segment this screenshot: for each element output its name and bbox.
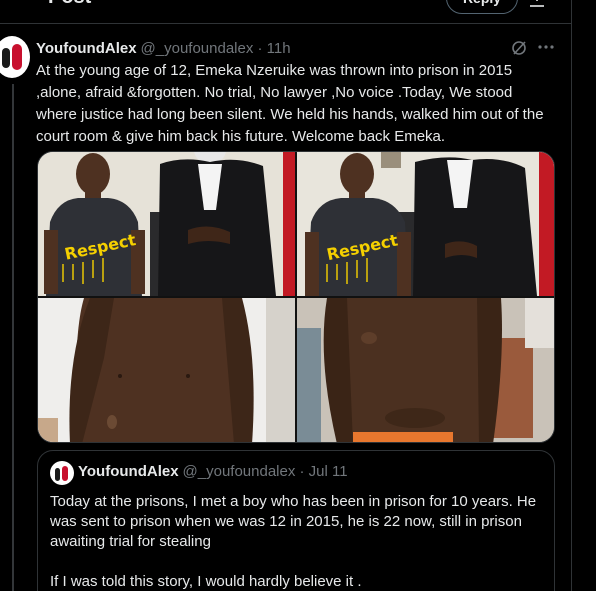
quoted-tweet[interactable]: YoufoundAlex @_youfoundalex · Jul 11 Tod… [37, 450, 555, 591]
thread-line [12, 84, 14, 591]
author-handle-time[interactable]: @_youfoundalex · 11h [141, 40, 291, 57]
reply-button[interactable]: Reply [446, 0, 518, 14]
media-grid: Respect Respect [37, 151, 555, 443]
quote-author-handle-time: @_youfoundalex · Jul 11 [182, 463, 348, 480]
filter-icon[interactable] [528, 0, 546, 12]
quote-text: Today at the prisons, I met a boy who ha… [50, 492, 542, 591]
photo-boy-with-lawyer-2[interactable]: Respect [297, 152, 554, 296]
quote-author: YoufoundAlex @_youfoundalex · Jul 11 [78, 463, 348, 480]
photo-chest-scars[interactable] [38, 298, 295, 442]
page-title: Post [48, 0, 91, 9]
photo-back-scars[interactable] [297, 298, 554, 442]
author-name[interactable]: YoufoundAlex [36, 40, 137, 57]
quote-avatar [50, 461, 74, 485]
photo-boy-with-lawyer-1[interactable]: Respect [38, 152, 295, 296]
grok-icon[interactable] [510, 39, 528, 57]
quote-paragraph: If I was told this story, I would hardly… [50, 573, 362, 590]
post-header: Post Reply [0, 0, 571, 24]
quote-author-name: YoufoundAlex [78, 463, 179, 480]
quote-paragraph: Today at the prisons, I met a boy who ha… [50, 493, 537, 550]
tweet-text: At the young age of 12, Emeka Nzeruike w… [36, 62, 544, 145]
tweet-author: YoufoundAlex @_youfoundalex · 11h [36, 38, 291, 58]
more-icon[interactable] [537, 38, 555, 56]
right-rail [571, 0, 596, 591]
avatar[interactable] [0, 36, 30, 78]
